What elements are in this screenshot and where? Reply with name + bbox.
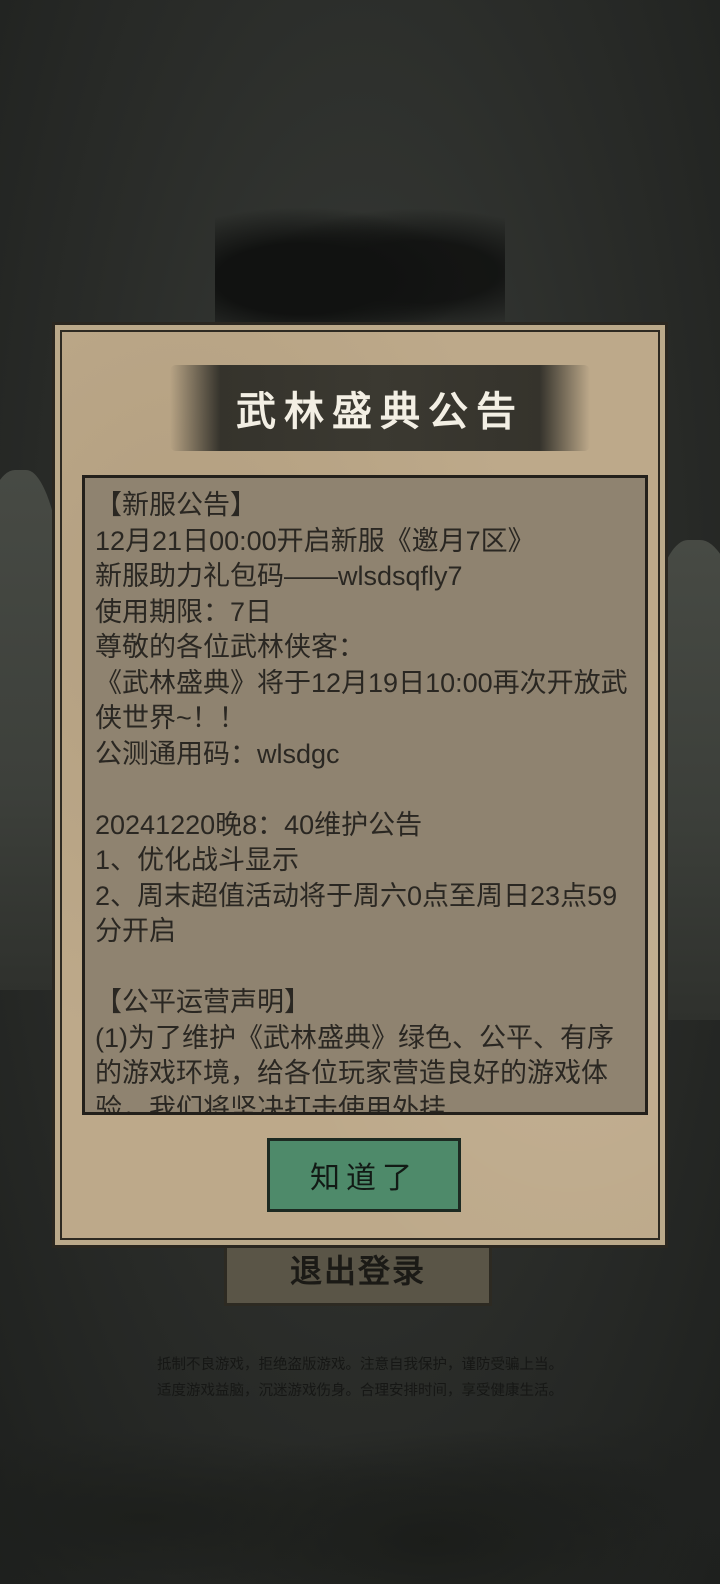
health-notice: 抵制不良游戏，拒绝盗版游戏。注意自我保护，谨防受骗上当。 适度游戏益脑，沉迷游戏… <box>80 1352 640 1404</box>
modal-frame: 武林盛典公告 【新服公告】 12月21日00:00开启新服《邀月7区》 新服助力… <box>60 330 660 1240</box>
title-banner: 武林盛典公告 <box>170 365 590 451</box>
game-logo-background <box>215 195 505 335</box>
health-notice-line-1: 抵制不良游戏，拒绝盗版游戏。注意自我保护，谨防受骗上当。 <box>157 1357 563 1373</box>
announcement-content-scroll[interactable]: 【新服公告】 12月21日00:00开启新服《邀月7区》 新服助力礼包码——wl… <box>82 475 648 1115</box>
announcement-text: 【新服公告】 12月21日00:00开启新服《邀月7区》 新服助力礼包码——wl… <box>95 490 628 1115</box>
acknowledge-button[interactable]: 知道了 <box>267 1138 461 1212</box>
announcement-modal: 武林盛典公告 【新服公告】 12月21日00:00开启新服《邀月7区》 新服助力… <box>52 322 668 1248</box>
login-screen: 退出登录 抵制不良游戏，拒绝盗版游戏。注意自我保护，谨防受骗上当。 适度游戏益脑… <box>0 0 720 1584</box>
health-notice-line-2: 适度游戏益脑，沉迷游戏伤身。合理安排时间，享受健康生活。 <box>157 1383 563 1399</box>
modal-title: 武林盛典公告 <box>236 388 524 435</box>
